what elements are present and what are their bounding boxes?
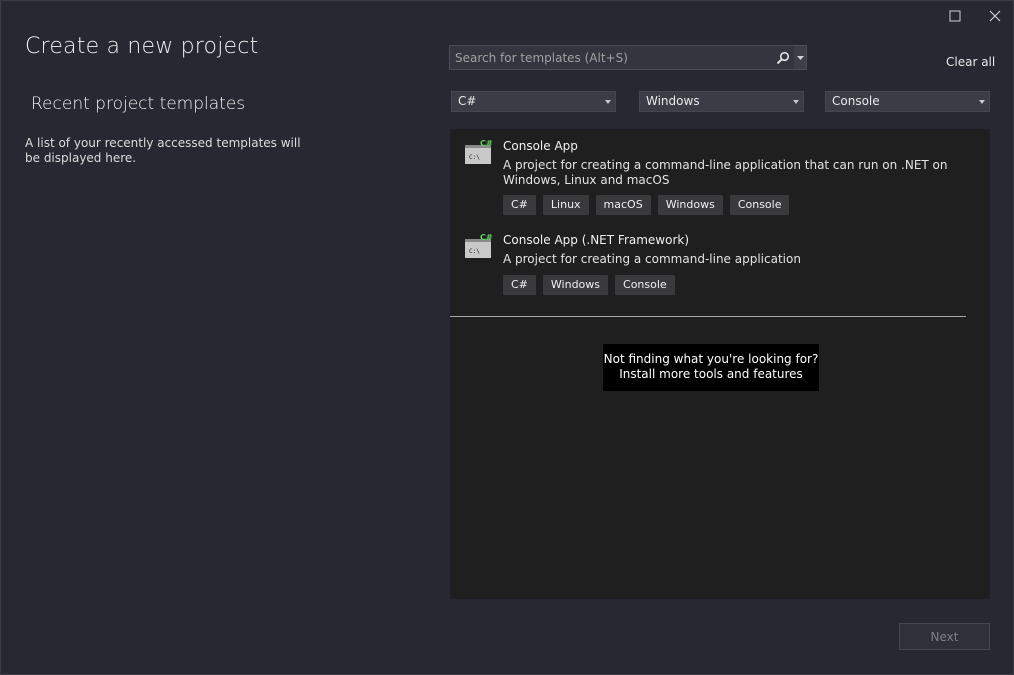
recent-templates-empty-text: A list of your recently accessed templat… (25, 136, 301, 165)
console-app-icon: C:\ C# (465, 139, 493, 164)
template-tags: C# Windows Console (503, 275, 675, 295)
template-description: A project for creating a command-line ap… (503, 158, 948, 187)
template-tags: C# Linux macOS Windows Console (503, 195, 790, 215)
recent-templates-heading: Recent project templates (31, 94, 246, 114)
page-title: Create a new project (25, 34, 259, 59)
language-filter-value: C# (458, 94, 477, 108)
project-type-filter[interactable]: Console (825, 91, 990, 112)
chevron-down-icon (796, 55, 804, 60)
console-app-icon: C:\ C# (465, 233, 493, 258)
chevron-down-icon (793, 100, 799, 104)
template-name: Console App (503, 139, 578, 153)
template-search-input[interactable] (450, 46, 772, 69)
icon-console-text: C:\ (469, 248, 480, 255)
chevron-down-icon (605, 100, 611, 104)
chevron-down-icon (979, 100, 985, 104)
tag: Linux (542, 195, 589, 215)
platform-filter[interactable]: Windows (639, 91, 804, 112)
close-icon (989, 10, 1001, 22)
clear-all-link[interactable]: Clear all (946, 55, 995, 69)
language-filter[interactable]: C# (451, 91, 616, 112)
maximize-button[interactable] (944, 7, 966, 25)
template-name: Console App (.NET Framework) (503, 233, 690, 247)
tag: Console (615, 275, 675, 295)
template-description: A project for creating a command-line ap… (503, 252, 801, 266)
tag: macOS (595, 195, 651, 215)
install-more-tools-link[interactable]: Install more tools and features (603, 367, 819, 382)
icon-language-badge: C# (480, 233, 493, 242)
close-button[interactable] (984, 7, 1006, 25)
tag: Windows (542, 275, 609, 295)
not-finding-tooltip: Not finding what you're looking for? Ins… (603, 344, 819, 391)
template-results-list: C:\ C# Console App A project for creatin… (450, 129, 990, 599)
search-options-dropdown[interactable] (794, 46, 806, 69)
search-button[interactable] (772, 46, 794, 69)
not-finding-question: Not finding what you're looking for? (603, 352, 819, 366)
tag: C# (503, 195, 536, 215)
results-divider (450, 316, 966, 317)
search-icon (776, 51, 790, 64)
template-search-box[interactable] (449, 45, 807, 70)
project-type-filter-value: Console (832, 94, 880, 108)
tag: Console (729, 195, 790, 215)
maximize-icon (949, 10, 961, 22)
next-button[interactable]: Next (899, 623, 990, 650)
icon-language-badge: C# (480, 139, 493, 148)
tag: Windows (657, 195, 723, 215)
platform-filter-value: Windows (646, 94, 700, 108)
tag: C# (503, 275, 536, 295)
icon-console-text: C:\ (469, 154, 480, 161)
